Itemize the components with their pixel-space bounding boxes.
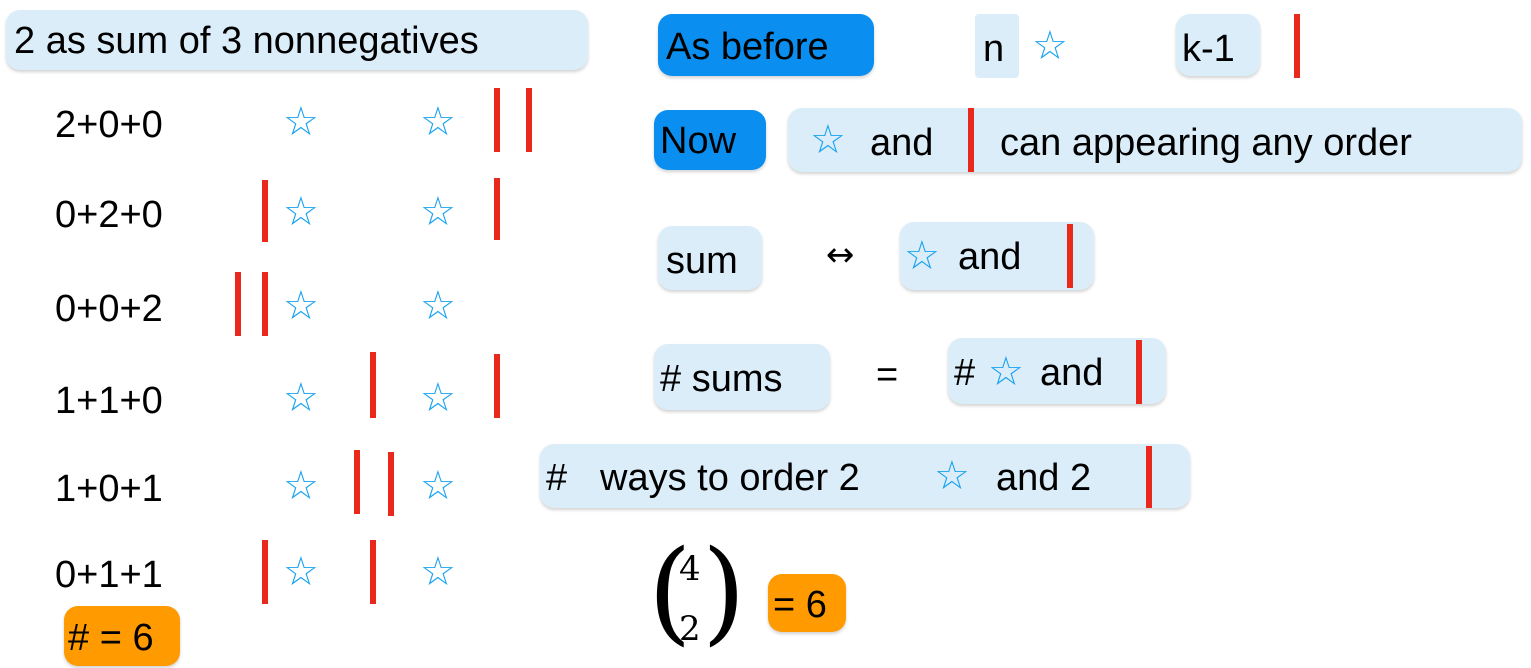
sums-rhs-and: and	[1040, 352, 1104, 394]
sum-row-4: 1+1+0	[55, 380, 163, 422]
as-before-label: As before	[666, 26, 829, 68]
star-icon: ☆	[420, 463, 456, 509]
star-icon: ☆	[283, 283, 319, 329]
star-icon: ☆	[420, 189, 456, 235]
star-icon: ☆	[283, 189, 319, 235]
star-icon: ☆	[283, 375, 319, 421]
left-title: 2 as sum of 3 nonnegatives	[14, 20, 479, 62]
star-icon: ☆	[283, 463, 319, 509]
binomial-right-paren: )	[702, 527, 746, 657]
now-rest-text: can appearing any order	[1000, 122, 1412, 164]
n-label: n	[983, 28, 1005, 70]
star-icon: ☆	[934, 453, 970, 499]
binomial-bottom: 2	[679, 609, 701, 649]
k-label: k-1	[1182, 28, 1235, 70]
divider-bar	[1146, 446, 1152, 508]
divider-bar	[1294, 14, 1300, 78]
count-label: # = 6	[68, 617, 154, 659]
star-icon: ☆	[283, 549, 319, 595]
sums-rhs-hash: #	[954, 352, 976, 394]
star-icon: ☆	[283, 99, 319, 145]
divider-bar	[262, 540, 268, 604]
sum-row-3: 0+0+2	[55, 288, 163, 330]
double-arrow-icon: ↔	[826, 235, 855, 275]
star-icon: ☆	[1032, 23, 1068, 69]
divider-bar	[370, 540, 376, 604]
binomial-result: = 6	[773, 584, 827, 626]
now-label: Now	[660, 120, 737, 162]
sum-row-1: 2+0+0	[55, 104, 163, 146]
ways-text: ways to order 2	[600, 457, 860, 499]
divider-bar	[1136, 340, 1142, 404]
star-icon: ☆	[420, 549, 456, 595]
divider-bar	[370, 352, 376, 418]
star-icon: ☆	[420, 283, 456, 329]
star-icon: ☆	[988, 349, 1024, 395]
divider-bar	[968, 108, 974, 172]
star-icon: ☆	[420, 99, 456, 145]
divider-bar	[526, 88, 532, 152]
sums-label: # sums	[660, 358, 783, 400]
divider-bar	[388, 452, 394, 516]
equals-sign: =	[876, 354, 899, 396]
sum-label: sum	[666, 240, 738, 282]
sum-row-2: 0+2+0	[55, 194, 163, 236]
sum-rhs-and: and	[958, 236, 1022, 278]
sum-row-5: 1+0+1	[55, 468, 163, 510]
star-icon: ☆	[904, 233, 940, 279]
divider-bar	[494, 354, 500, 418]
ways-and: and 2	[996, 457, 1092, 499]
ways-hash: #	[546, 457, 568, 499]
divider-bar	[1067, 224, 1073, 288]
star-icon: ☆	[420, 375, 456, 421]
sum-row-6: 0+1+1	[55, 554, 163, 596]
divider-bar	[235, 272, 241, 336]
now-and: and	[870, 122, 934, 164]
star-icon: ☆	[810, 117, 846, 163]
divider-bar	[494, 178, 500, 240]
binomial-top: 4	[679, 549, 701, 589]
divider-bar	[354, 450, 360, 514]
divider-bar	[262, 272, 268, 336]
divider-bar	[262, 180, 268, 242]
divider-bar	[494, 88, 500, 152]
